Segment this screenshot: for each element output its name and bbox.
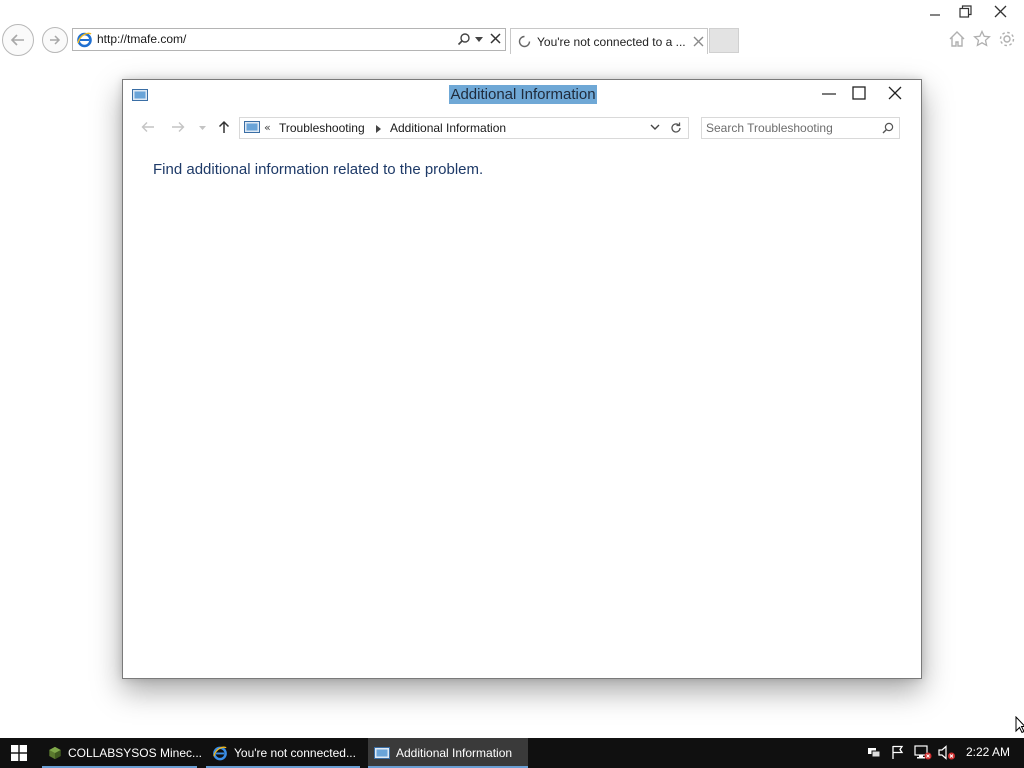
windows-logo-icon: [11, 745, 27, 761]
recent-locations-chevron-icon[interactable]: [199, 126, 206, 130]
back-arrow-icon: [10, 34, 24, 46]
minimize-icon: [930, 14, 940, 16]
minecraft-icon: [49, 746, 61, 760]
taskbar-item-label: COLLABSYSOS Minec...: [67, 746, 202, 760]
network-adapter-icon[interactable]: [867, 745, 881, 759]
forward-button[interactable]: [42, 27, 68, 53]
address-bar[interactable]: http://tmafe.com/: [72, 28, 506, 51]
additional-information-window: Additional Information « Troubleshooting…: [122, 79, 922, 679]
stop-icon[interactable]: [489, 32, 502, 45]
close-icon: [994, 5, 1006, 17]
refresh-button[interactable]: [663, 117, 689, 139]
ie-icon: [213, 746, 227, 761]
tab-title: You're not connected to a ...: [537, 35, 686, 49]
breadcrumb-separator-icon[interactable]: [376, 125, 381, 133]
start-button[interactable]: [0, 738, 38, 768]
new-tab-button[interactable]: [709, 28, 739, 53]
taskbar-item-additional-information[interactable]: Additional Information: [368, 738, 528, 768]
maximize-button[interactable]: [842, 82, 876, 104]
search-input[interactable]: [706, 120, 876, 136]
action-center-flag-icon[interactable]: [891, 745, 905, 759]
restore-button[interactable]: [950, 2, 980, 20]
mouse-cursor-icon: [1015, 716, 1024, 734]
loading-spinner-icon: [518, 35, 531, 48]
restore-icon: [958, 4, 972, 18]
address-url: http://tmafe.com/: [97, 32, 187, 46]
breadcrumb-item-additional-information[interactable]: Additional Information: [390, 121, 506, 135]
control-panel-icon: [244, 121, 260, 133]
window-title: Additional Information: [449, 85, 597, 104]
breadcrumb-item-troubleshooting[interactable]: Troubleshooting: [279, 121, 365, 135]
taskbar-item-label: Additional Information: [396, 746, 513, 760]
back-button[interactable]: [2, 24, 34, 56]
taskbar: COLLABSYSOS Minec... You're not connecte…: [0, 738, 1024, 768]
refresh-icon: [670, 122, 681, 133]
favorites-star-icon[interactable]: [973, 30, 991, 48]
close-window-button[interactable]: [878, 82, 912, 104]
breadcrumb[interactable]: « Troubleshooting Additional Information: [239, 117, 689, 139]
minimize-icon: [822, 93, 836, 95]
taskbar-item-minecraft[interactable]: COLLABSYSOS Minec...: [42, 738, 202, 768]
title-bar: Additional Information: [123, 84, 923, 104]
search-box[interactable]: [701, 117, 900, 139]
up-arrow-icon[interactable]: [218, 120, 230, 134]
minimize-button[interactable]: [812, 82, 846, 104]
forward-arrow-icon: [50, 35, 61, 45]
minimize-button[interactable]: [920, 2, 950, 20]
search-icon[interactable]: [882, 122, 894, 134]
forward-arrow-icon[interactable]: [171, 121, 185, 133]
back-arrow-icon[interactable]: [141, 121, 155, 133]
chevron-down-icon[interactable]: [475, 37, 483, 42]
home-icon[interactable]: [948, 30, 966, 48]
taskbar-item-internet-explorer[interactable]: You're not connected...: [206, 738, 364, 768]
chevron-down-icon[interactable]: [650, 124, 660, 131]
ie-logo-icon: [77, 32, 92, 48]
browser-tab[interactable]: You're not connected to a ...: [510, 28, 708, 54]
maximize-icon: [852, 86, 866, 100]
taskbar-item-label: You're not connected...: [234, 746, 356, 760]
close-window-button[interactable]: [985, 2, 1015, 20]
volume-muted-icon[interactable]: [938, 745, 956, 760]
control-panel-icon: [374, 746, 390, 759]
network-status-icon[interactable]: [914, 745, 932, 760]
close-tab-icon[interactable]: [693, 36, 704, 47]
close-icon: [888, 86, 902, 100]
description-text: Find additional information related to t…: [153, 161, 484, 178]
system-clock[interactable]: 2:22 AM: [966, 745, 1010, 759]
breadcrumb-overflow[interactable]: «: [264, 121, 271, 134]
search-icon[interactable]: [457, 32, 471, 46]
gear-icon[interactable]: [998, 30, 1016, 48]
